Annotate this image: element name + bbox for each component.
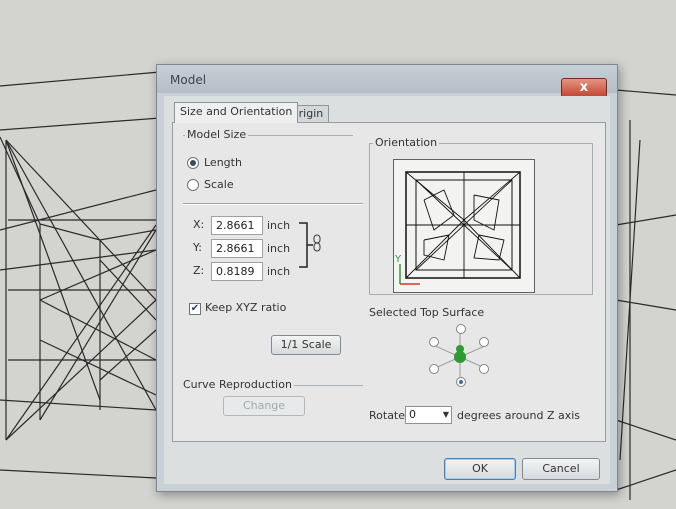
- link-ratio-icon[interactable]: [297, 221, 327, 271]
- y-axis-label: Y:: [193, 241, 202, 254]
- model-preview-wireframe: Y: [394, 171, 521, 285]
- x-axis-label: X:: [193, 218, 205, 231]
- z-unit: inch: [267, 265, 291, 278]
- scale-radio-button[interactable]: [187, 178, 199, 191]
- x-unit: inch: [267, 219, 291, 232]
- scale-radio[interactable]: Scale: [187, 178, 234, 191]
- model-size-title: Model Size: [185, 128, 249, 141]
- rotate-select[interactable]: 0 ▼: [405, 406, 452, 424]
- y-axis-indicator: Y: [394, 254, 402, 265]
- orientation-title: Orientation: [373, 136, 440, 149]
- surface-top-button[interactable]: [456, 324, 466, 334]
- change-button[interactable]: Change: [223, 396, 305, 416]
- length-radio-button[interactable]: [187, 156, 199, 169]
- x-size-input[interactable]: 2.8661: [211, 216, 263, 235]
- one-to-one-scale-button[interactable]: 1/1 Scale: [271, 335, 341, 355]
- dialog-title: Model: [170, 73, 207, 87]
- y-unit: inch: [267, 242, 291, 255]
- rotate-label: Rotate: [369, 409, 406, 422]
- rotate-value: 0: [409, 408, 416, 421]
- surface-upper-right-button[interactable]: [479, 337, 489, 347]
- curve-reproduction-title: Curve Reproduction: [181, 378, 294, 391]
- chevron-down-icon: ▼: [442, 410, 449, 419]
- z-size-input[interactable]: 0.8189: [211, 262, 263, 281]
- surface-bottom-button[interactable]: [456, 377, 466, 387]
- orientation-preview: Y: [393, 159, 535, 293]
- rotate-suffix: degrees around Z axis: [457, 409, 581, 422]
- y-size-input[interactable]: 2.8661: [211, 239, 263, 258]
- scale-radio-label: Scale: [204, 178, 234, 191]
- length-radio-label: Length: [204, 156, 242, 169]
- keep-ratio-label: Keep XYZ ratio: [205, 301, 287, 314]
- surface-upper-left-button[interactable]: [429, 337, 439, 347]
- close-button[interactable]: x: [561, 78, 607, 98]
- keep-ratio-checkbox[interactable]: ✔: [189, 303, 201, 315]
- model-dialog: Model x Size and Orientation Origin Mode…: [156, 64, 618, 492]
- surface-lower-left-button[interactable]: [429, 364, 439, 374]
- tab-size-and-orientation[interactable]: Size and Orientation: [174, 102, 299, 123]
- surface-lower-right-button[interactable]: [479, 364, 489, 374]
- size-separator: [183, 203, 363, 205]
- dialog-client: Size and Orientation Origin Model Size L…: [164, 96, 610, 484]
- z-axis-label: Z:: [193, 264, 205, 277]
- dialog-titlebar[interactable]: Model x: [157, 65, 617, 98]
- length-radio[interactable]: Length: [187, 156, 242, 169]
- tab-panel: Model Size Length Scale X: 2.8661 inch Y…: [172, 122, 606, 442]
- cancel-button[interactable]: Cancel: [522, 458, 600, 480]
- close-icon: x: [579, 80, 589, 95]
- selected-top-surface-label: Selected Top Surface: [369, 306, 485, 319]
- ok-button[interactable]: OK: [444, 458, 516, 480]
